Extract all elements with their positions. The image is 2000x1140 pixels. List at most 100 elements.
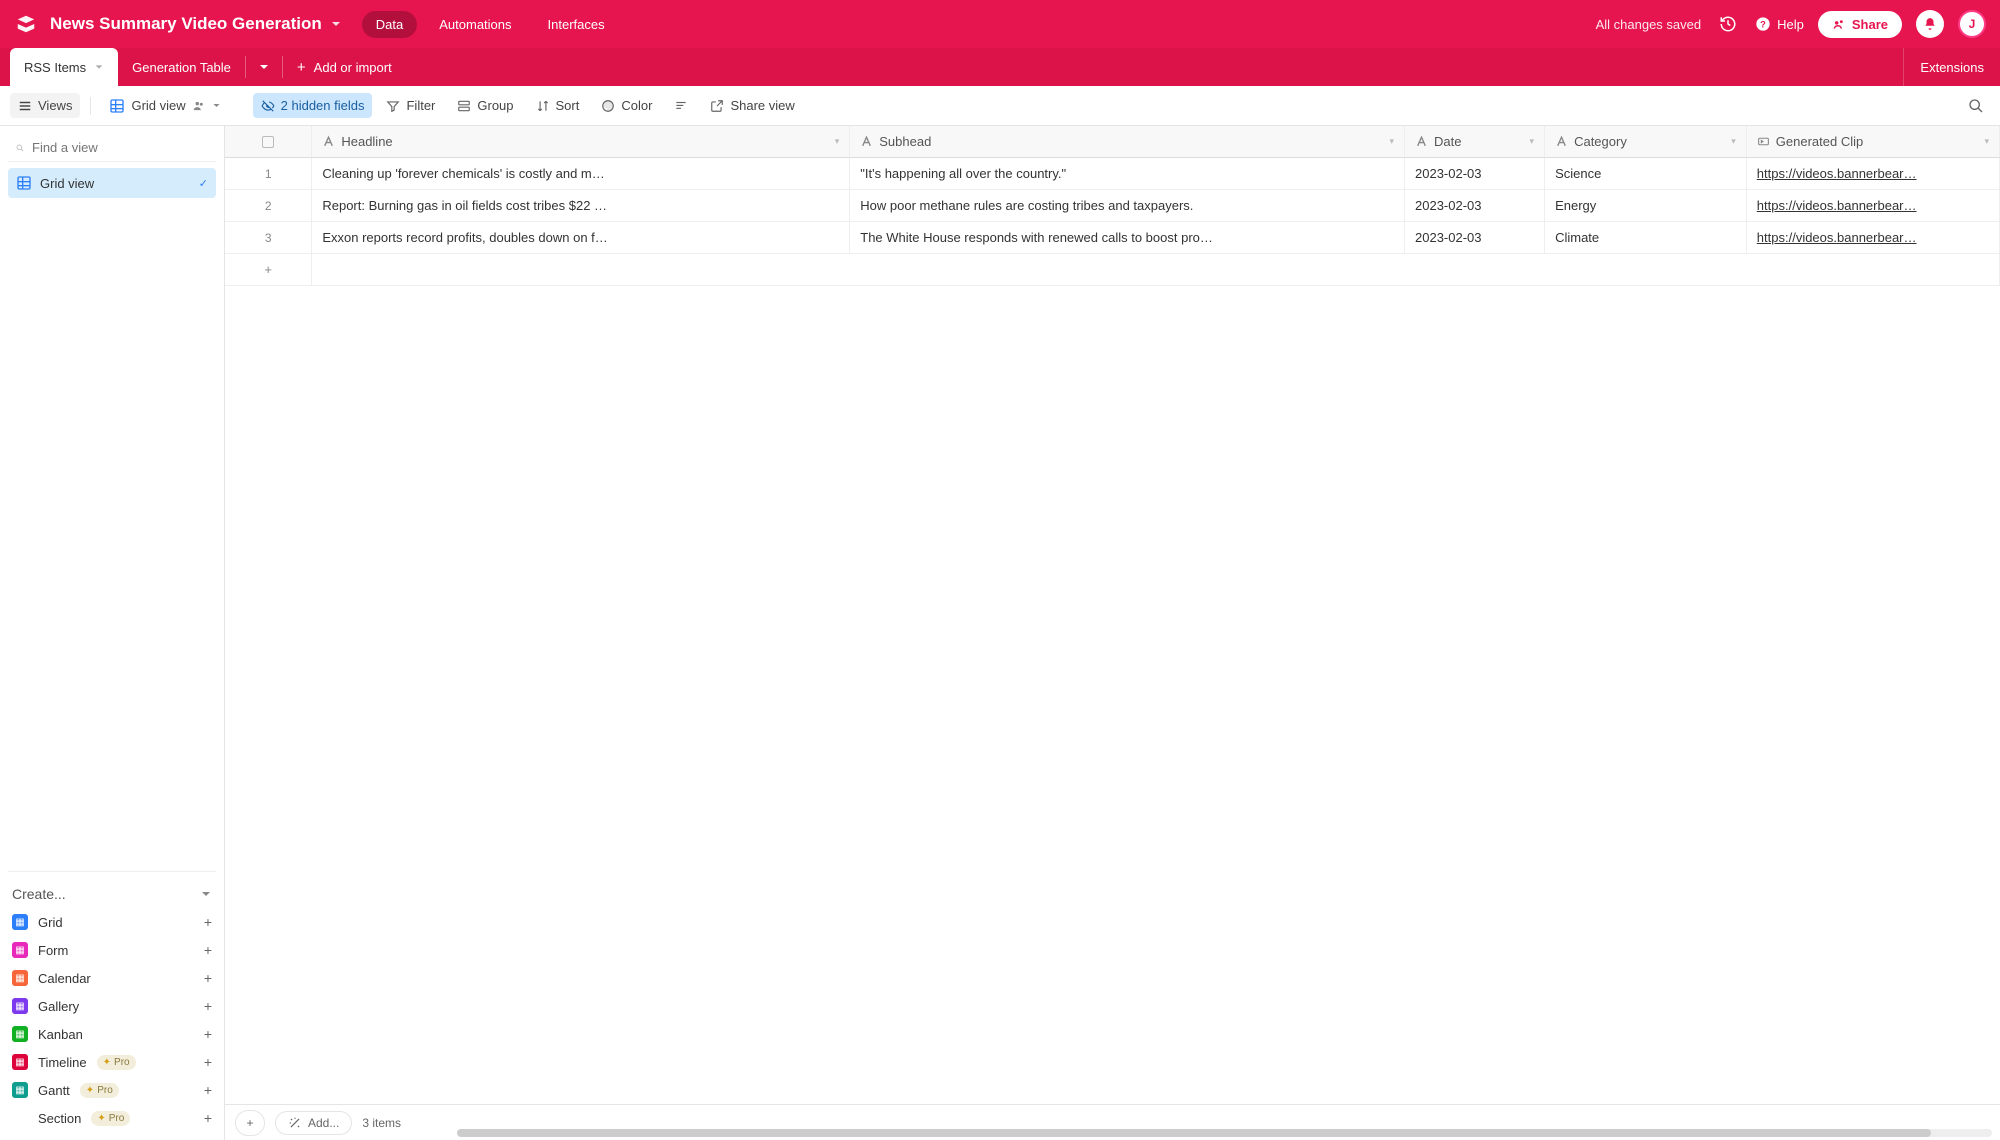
cell-category[interactable]: Energy [1545, 190, 1746, 221]
tab-automations[interactable]: Automations [425, 11, 525, 38]
column-header-headline[interactable]: Headline ▾ [312, 126, 850, 158]
base-title[interactable]: News Summary Video Generation [50, 14, 342, 34]
view-item-grid-view[interactable]: Grid view ✓ [8, 168, 216, 198]
sort-button[interactable]: Sort [528, 93, 588, 118]
plus-icon[interactable]: + [225, 254, 312, 286]
view-type-icon: ▦ [12, 1026, 28, 1042]
chevron-down-icon: ▾ [1731, 136, 1736, 147]
search-button[interactable] [1962, 92, 1990, 120]
help-button[interactable]: ? Help [1755, 16, 1804, 32]
column-header-category[interactable]: Category ▾ [1545, 126, 1747, 158]
cell-headline[interactable]: Report: Burning gas in oil fields cost t… [312, 190, 849, 221]
plus-icon: + [204, 942, 212, 958]
create-label: Create... [12, 886, 66, 902]
create-item-form[interactable]: ▦Form+ [8, 936, 216, 964]
table-row[interactable]: 1Cleaning up 'forever chemicals' is cost… [225, 158, 2000, 190]
horizontal-scrollbar[interactable] [457, 1129, 1992, 1137]
record-count: 3 items [362, 1116, 401, 1130]
cell-clip-link[interactable]: https://videos.bannerbear… [1747, 190, 1999, 221]
pro-badge: ✦Pro [97, 1055, 136, 1070]
create-item-label: Calendar [38, 971, 91, 986]
user-avatar[interactable]: J [1958, 10, 1986, 38]
views-label: Views [38, 98, 72, 113]
cell-clip-link[interactable]: https://videos.bannerbear… [1747, 222, 1999, 253]
share-button[interactable]: Share [1818, 11, 1902, 38]
share-view-button[interactable]: Share view [702, 93, 802, 118]
people-icon [192, 99, 206, 113]
table-tab-generation[interactable]: Generation Table [118, 48, 245, 86]
row-number: 2 [225, 191, 311, 221]
column-label: Generated Clip [1776, 134, 1863, 149]
color-label: Color [621, 98, 652, 113]
view-toolbar: Views Grid view 2 hidden fields Filter G… [0, 86, 2000, 126]
chevron-down-icon: ▾ [1984, 136, 1989, 147]
chevron-down-icon: ▾ [1389, 136, 1394, 147]
current-view-button[interactable]: Grid view [101, 93, 228, 119]
cell-subhead[interactable]: The White House responds with renewed ca… [850, 222, 1404, 253]
create-item-grid[interactable]: ▦Grid+ [8, 908, 216, 936]
column-header-clip[interactable]: Generated Clip ▾ [1746, 126, 1999, 158]
column-header-subhead[interactable]: Subhead ▾ [850, 126, 1405, 158]
text-field-icon [860, 135, 873, 148]
check-icon: ✓ [199, 177, 208, 190]
create-item-label: Gallery [38, 999, 79, 1014]
tables-bar: RSS Items Generation Table + Add or impo… [0, 48, 2000, 86]
hidden-fields-button[interactable]: 2 hidden fields [253, 93, 373, 118]
create-item-gallery[interactable]: ▦Gallery+ [8, 992, 216, 1020]
filter-button[interactable]: Filter [378, 93, 443, 118]
create-item-timeline[interactable]: ▦Timeline✦Pro+ [8, 1048, 216, 1076]
chevron-down-icon [330, 18, 342, 30]
cell-date[interactable]: 2023-02-03 [1405, 158, 1544, 189]
cell-subhead[interactable]: How poor methane rules are costing tribe… [850, 190, 1404, 221]
app-logo-icon[interactable] [14, 12, 38, 36]
history-icon[interactable] [1715, 11, 1741, 37]
cell-category[interactable]: Science [1545, 158, 1746, 189]
select-all-header[interactable] [225, 126, 312, 158]
header-right: All changes saved ? Help Share J [1596, 10, 1986, 38]
view-type-icon: ▦ [12, 1054, 28, 1070]
cell-date[interactable]: 2023-02-03 [1405, 190, 1544, 221]
tables-dropdown[interactable] [246, 48, 282, 86]
chevron-down-icon: ▾ [835, 136, 840, 147]
row-height-button[interactable] [666, 94, 696, 118]
group-button[interactable]: Group [449, 93, 521, 118]
plus-icon: + [204, 1054, 212, 1070]
cell-headline[interactable]: Cleaning up 'forever chemicals' is costl… [312, 158, 849, 189]
cell-subhead[interactable]: "It's happening all over the country." [850, 158, 1404, 189]
app-header: News Summary Video Generation Data Autom… [0, 0, 2000, 48]
tab-interfaces[interactable]: Interfaces [534, 11, 619, 38]
create-item-gantt[interactable]: ▦Gantt✦Pro+ [8, 1076, 216, 1104]
create-item-section[interactable]: Section✦Pro+ [8, 1104, 216, 1132]
footer-add-menu[interactable]: Add... [275, 1111, 352, 1135]
checkbox-icon[interactable] [262, 136, 274, 148]
add-row[interactable]: + [225, 254, 2000, 286]
cell-clip-link[interactable]: https://videos.bannerbear… [1747, 158, 1999, 189]
create-item-kanban[interactable]: ▦Kanban+ [8, 1020, 216, 1048]
create-header[interactable]: Create... [8, 880, 216, 908]
column-header-date[interactable]: Date ▾ [1405, 126, 1545, 158]
tab-data[interactable]: Data [362, 11, 417, 38]
cell-headline[interactable]: Exxon reports record profits, doubles do… [312, 222, 849, 253]
table-tab-rss-items[interactable]: RSS Items [10, 48, 118, 86]
save-status: All changes saved [1596, 17, 1702, 32]
add-row-button[interactable]: + [235, 1110, 265, 1136]
search-icon [16, 141, 24, 155]
views-toggle[interactable]: Views [10, 93, 80, 118]
table-row[interactable]: 3Exxon reports record profits, doubles d… [225, 222, 2000, 254]
add-or-import-button[interactable]: + Add or import [283, 48, 406, 86]
cell-category[interactable]: Climate [1545, 222, 1746, 253]
plus-icon: + [204, 1110, 212, 1126]
notifications-button[interactable] [1916, 10, 1944, 38]
table-row[interactable]: 2Report: Burning gas in oil fields cost … [225, 190, 2000, 222]
view-item-label: Grid view [40, 176, 94, 191]
share-label: Share [1852, 17, 1888, 32]
color-button[interactable]: Color [593, 93, 660, 118]
view-type-icon: ▦ [12, 970, 28, 986]
find-view-search[interactable] [8, 134, 216, 162]
text-field-icon [1555, 135, 1568, 148]
cell-date[interactable]: 2023-02-03 [1405, 222, 1544, 253]
group-label: Group [477, 98, 513, 113]
extensions-button[interactable]: Extensions [1903, 48, 2000, 86]
create-item-calendar[interactable]: ▦Calendar+ [8, 964, 216, 992]
find-view-input[interactable] [32, 140, 208, 155]
